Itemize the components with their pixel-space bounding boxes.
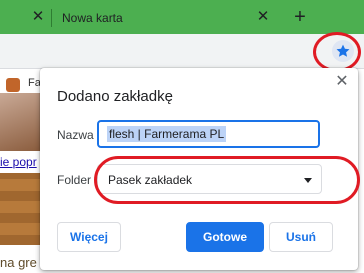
site-favicon (6, 78, 20, 92)
dialog-title: Dodano zakładkę (57, 88, 173, 105)
close-icon[interactable]: ✕ (254, 4, 272, 30)
name-label: Nazwa (57, 128, 94, 142)
done-button[interactable]: Gotowe (186, 222, 264, 252)
close-icon[interactable]: ✕ (334, 74, 350, 90)
name-value: flesh | Farmerama PL (107, 126, 227, 142)
page-text: na gre (0, 255, 37, 270)
highlight-annotation (94, 156, 360, 204)
remove-button[interactable]: Usuń (269, 222, 333, 252)
page-image (0, 93, 40, 151)
tab-new-tab[interactable]: Nowa karta ✕ (52, 4, 287, 30)
tab-title: Nowa karta (62, 11, 123, 25)
close-icon[interactable]: ✕ (29, 4, 47, 30)
page-tab-text: Fa (28, 77, 41, 89)
toolbar (0, 34, 364, 69)
tab-strip: ✕ Nowa karta ✕ + (0, 0, 364, 34)
highlight-annotation (313, 32, 361, 72)
page-image (0, 173, 40, 245)
more-button[interactable]: Więcej (57, 222, 121, 252)
tab-previous[interactable]: ✕ (0, 4, 51, 30)
bookmark-dialog: Dodano zakładkę ✕ Nazwa flesh | Farmeram… (40, 68, 360, 270)
folder-label: Folder (57, 173, 92, 187)
new-tab-button[interactable]: + (289, 4, 311, 30)
page-link[interactable]: ie popr (0, 155, 37, 169)
